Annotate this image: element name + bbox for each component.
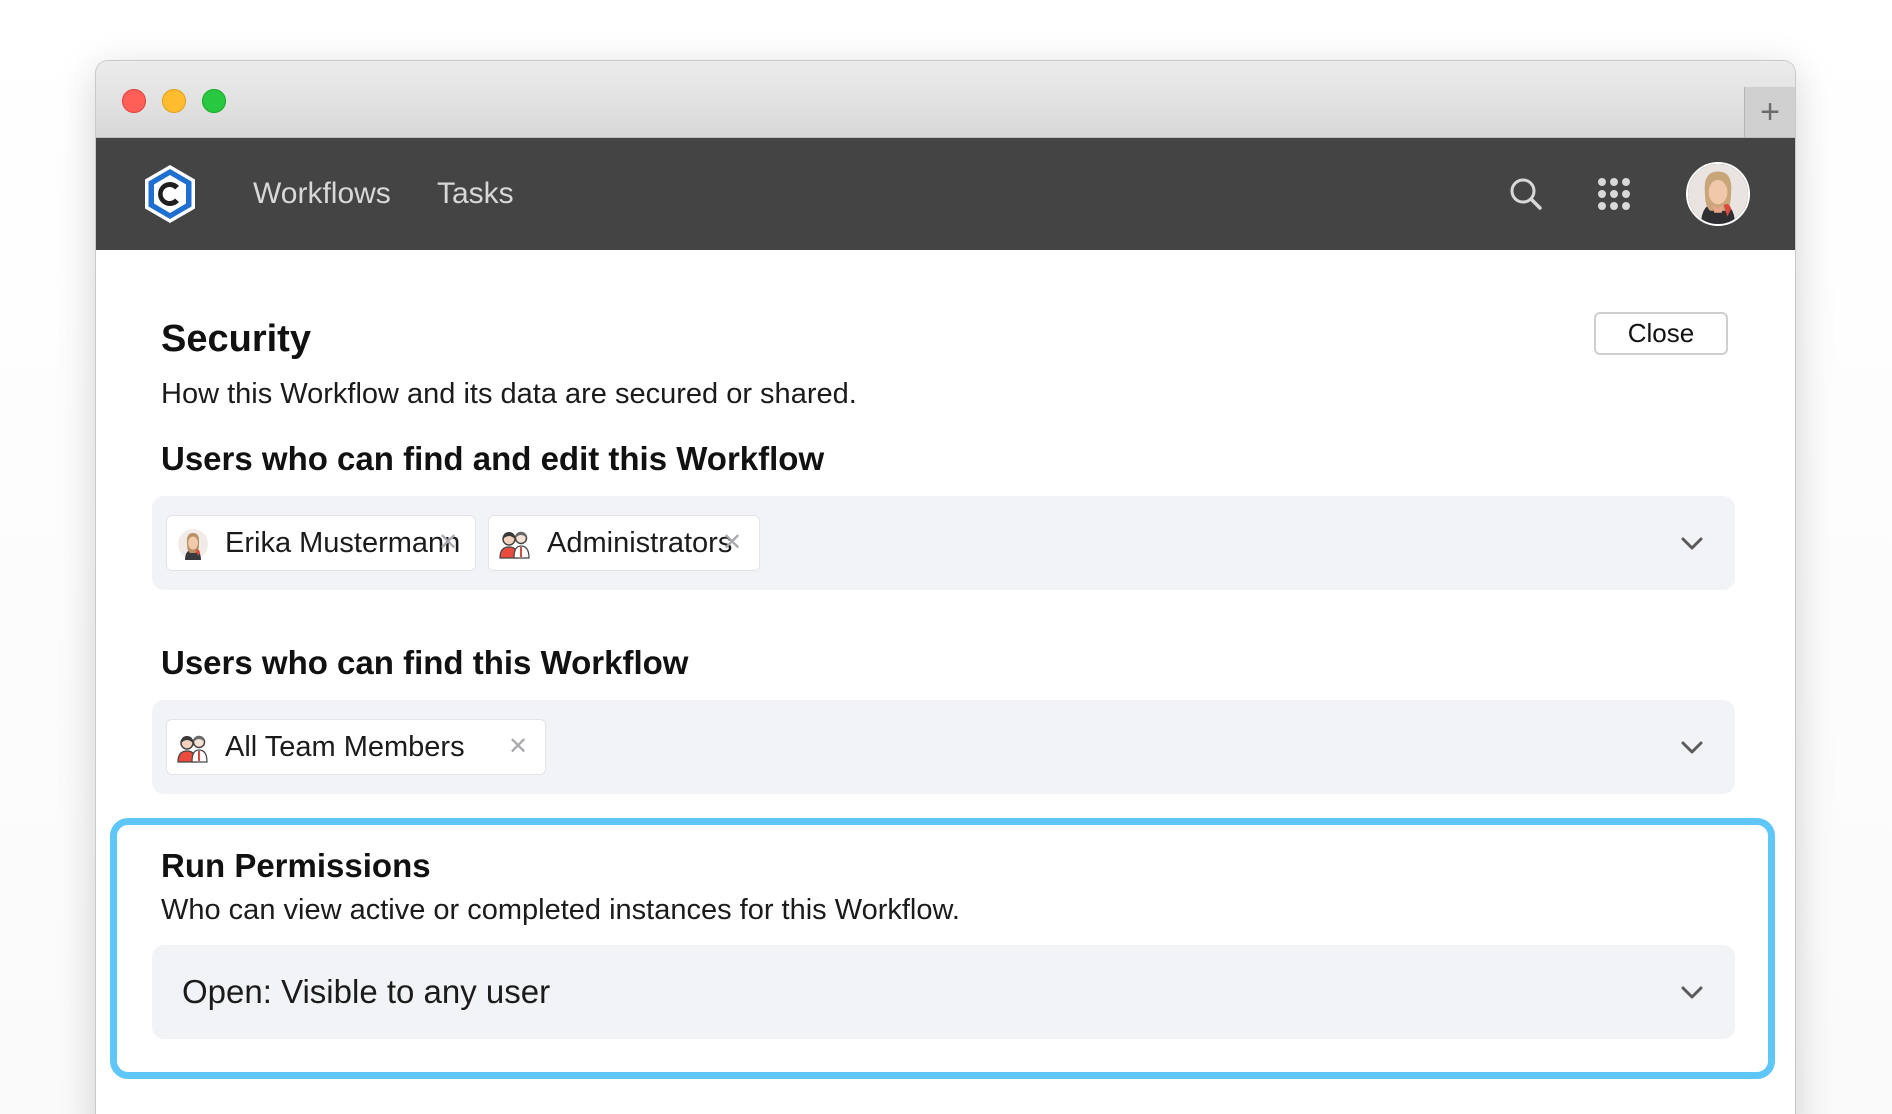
minimize-window-button[interactable] bbox=[162, 89, 186, 113]
run-permissions-value: Open: Visible to any user bbox=[182, 973, 551, 1010]
chevron-down-icon[interactable] bbox=[1679, 979, 1705, 1005]
chip-label: Administrators bbox=[547, 527, 733, 559]
remove-chip-icon[interactable]: ✕ bbox=[505, 734, 531, 760]
security-panel: Security How this Workflow and its data … bbox=[96, 250, 1795, 1114]
run-permissions-description: Who can view active or completed instanc… bbox=[161, 894, 960, 926]
window-titlebar: + bbox=[96, 61, 1795, 138]
group-chip[interactable]: All Team Members ✕ bbox=[166, 719, 546, 775]
app-window: + Workflows Tasks Security How this Work… bbox=[96, 61, 1795, 1114]
close-button[interactable]: Close bbox=[1594, 312, 1728, 355]
edit-users-heading: Users who can find and edit this Workflo… bbox=[161, 440, 825, 477]
user-avatar-icon bbox=[1688, 164, 1748, 224]
chip-label: All Team Members bbox=[225, 731, 465, 763]
new-tab-button[interactable]: + bbox=[1744, 87, 1795, 137]
page-subtitle: How this Workflow and its data are secur… bbox=[161, 378, 857, 410]
find-users-select[interactable]: All Team Members ✕ bbox=[152, 700, 1735, 794]
page-title: Security bbox=[161, 318, 311, 360]
user-chip[interactable]: Erika Mustermann ✕ bbox=[166, 515, 476, 571]
run-permissions-select[interactable]: Open: Visible to any user bbox=[152, 945, 1735, 1039]
apps-grid-icon[interactable] bbox=[1594, 174, 1634, 214]
chip-label: Erika Mustermann bbox=[225, 527, 461, 559]
group-chip[interactable]: Administrators ✕ bbox=[488, 515, 760, 571]
app-logo-icon[interactable] bbox=[138, 162, 202, 226]
search-icon[interactable] bbox=[1506, 174, 1546, 214]
top-navbar: Workflows Tasks bbox=[96, 138, 1795, 250]
find-users-heading: Users who can find this Workflow bbox=[161, 644, 689, 681]
close-window-button[interactable] bbox=[122, 89, 146, 113]
nav-link-workflows[interactable]: Workflows bbox=[253, 174, 391, 214]
edit-users-select[interactable]: Erika Mustermann ✕ Administrators ✕ bbox=[152, 496, 1735, 590]
chevron-down-icon[interactable] bbox=[1679, 530, 1705, 556]
stage: + Workflows Tasks Security How this Work… bbox=[0, 0, 1892, 1114]
run-permissions-heading: Run Permissions bbox=[161, 847, 431, 884]
chevron-down-icon[interactable] bbox=[1679, 734, 1705, 760]
user-avatar[interactable] bbox=[1686, 162, 1750, 226]
zoom-window-button[interactable] bbox=[202, 89, 226, 113]
group-icon bbox=[177, 735, 208, 763]
remove-chip-icon[interactable]: ✕ bbox=[435, 530, 461, 556]
remove-chip-icon[interactable]: ✕ bbox=[719, 530, 745, 556]
group-icon bbox=[499, 531, 530, 559]
plus-icon: + bbox=[1760, 92, 1780, 131]
nav-link-tasks[interactable]: Tasks bbox=[437, 174, 514, 214]
user-avatar-icon bbox=[178, 529, 208, 560]
